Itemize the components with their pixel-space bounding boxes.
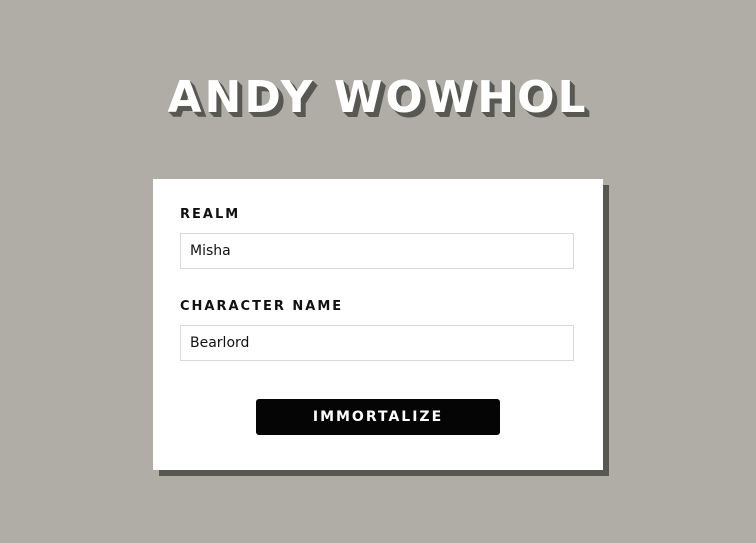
character-name-input[interactable] xyxy=(180,325,574,361)
immortalize-button[interactable]: IMMORTALIZE xyxy=(256,399,500,435)
page-title: ANDY WOWHOL xyxy=(167,72,589,123)
realm-input[interactable] xyxy=(180,233,574,269)
character-form-card: REALM CHARACTER NAME IMMORTALIZE xyxy=(153,179,603,470)
character-name-label: CHARACTER NAME xyxy=(180,299,344,314)
realm-label: REALM xyxy=(180,207,241,222)
